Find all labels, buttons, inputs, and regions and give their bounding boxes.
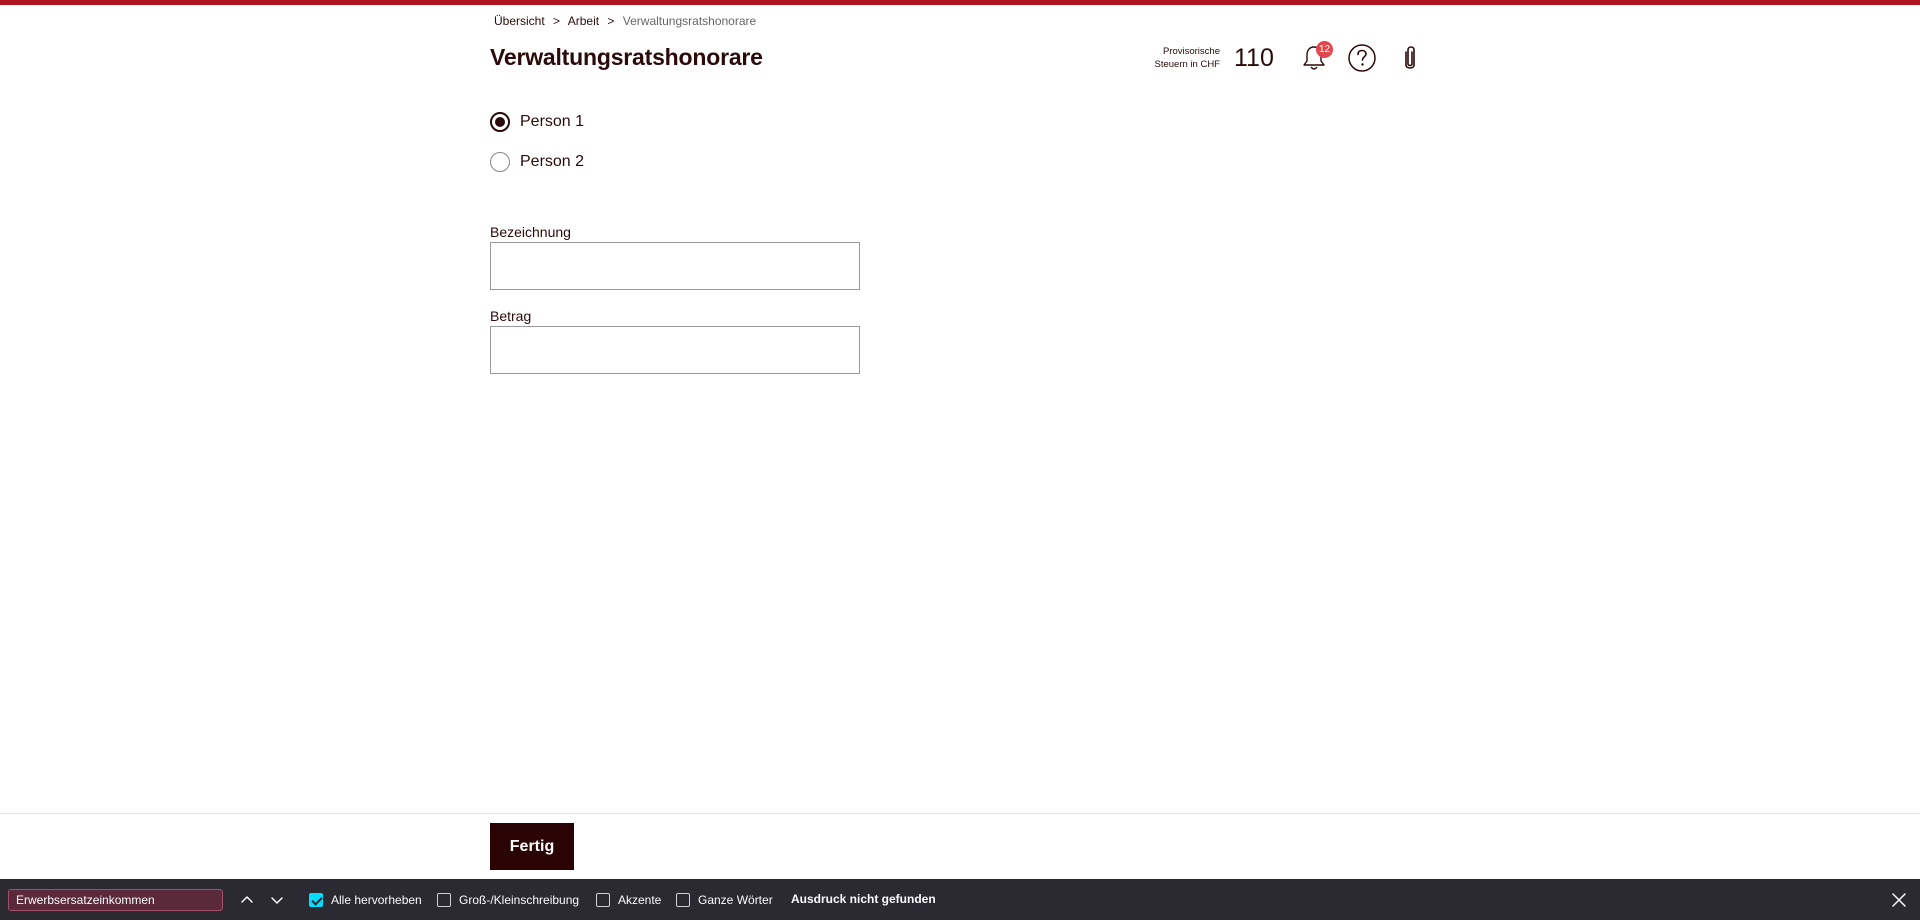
radio-label-person-1: Person 1 [520,113,585,130]
label-designation: Bezeichnung [490,224,571,240]
checkbox-unchecked[interactable] [437,893,451,907]
find-option-match-case[interactable]: Groß-/Kleinschreibung [437,891,579,909]
find-option-diacritics[interactable]: Akzente [596,891,661,909]
page-title: Verwaltungsratshonorare [490,44,763,70]
find-option-label: Akzente [618,893,662,907]
breadcrumb-separator: > [607,14,615,28]
find-option-label: Alle hervorheben [331,893,422,907]
find-bar: Alle hervorheben Groß-/Kleinschreibung A… [0,879,1920,920]
amount-input[interactable] [490,326,860,374]
radio-person-1[interactable]: Person 1 [490,109,584,135]
header-tools: Provisorische Steuern in CHF 110 12 [1140,40,1440,80]
tax-label-line1: Provisorische [1162,46,1220,57]
help-button[interactable] [1347,43,1377,73]
radio-button-checked[interactable] [490,112,510,132]
paperclip-icon [1405,46,1415,69]
breadcrumb-link-work[interactable]: Arbeit [568,14,599,28]
provisional-tax-value: 110 [1234,44,1274,72]
notification-badge: 12 [1316,41,1333,58]
provisional-tax-label: Provisorische Steuern in CHF [1140,45,1220,71]
attachments-button[interactable] [1395,42,1425,74]
designation-input[interactable] [490,242,860,290]
label-amount: Betrag [490,308,532,324]
find-previous-button[interactable] [236,889,258,911]
find-close-button[interactable] [1888,889,1910,911]
breadcrumb: Übersicht > Arbeit > Verwaltungsratshono… [494,14,756,28]
checkbox-unchecked[interactable] [596,893,610,907]
breadcrumb-separator: > [553,14,561,28]
radio-person-2[interactable]: Person 2 [490,149,584,175]
find-option-whole-words[interactable]: Ganze Wörter [676,891,773,909]
checkbox-unchecked[interactable] [676,893,690,907]
footer-divider [0,813,1920,814]
find-option-label: Groß-/Kleinschreibung [459,893,580,907]
checkbox-checked[interactable] [309,893,323,907]
top-accent-bar [0,0,1920,5]
breadcrumb-link-overview[interactable]: Übersicht [494,14,545,28]
chevron-down-icon [271,897,283,904]
find-option-label: Ganze Wörter [698,893,773,907]
breadcrumb-current: Verwaltungsratshonorare [622,14,757,28]
find-option-highlight-all[interactable]: Alle hervorheben [309,891,422,909]
find-status: Ausdruck nicht gefunden [791,892,936,906]
chevron-up-icon [241,896,253,903]
radio-button-unchecked[interactable] [490,152,510,172]
help-icon [1348,44,1376,72]
done-button[interactable]: Fertig [490,823,574,870]
page: Übersicht > Arbeit > Verwaltungsratshono… [0,0,1920,920]
tax-label-line2: Steuern in CHF [1154,59,1220,70]
close-icon [1892,893,1906,907]
find-next-button[interactable] [266,889,288,911]
radio-label-person-2: Person 2 [520,153,585,170]
find-input[interactable] [8,889,223,911]
